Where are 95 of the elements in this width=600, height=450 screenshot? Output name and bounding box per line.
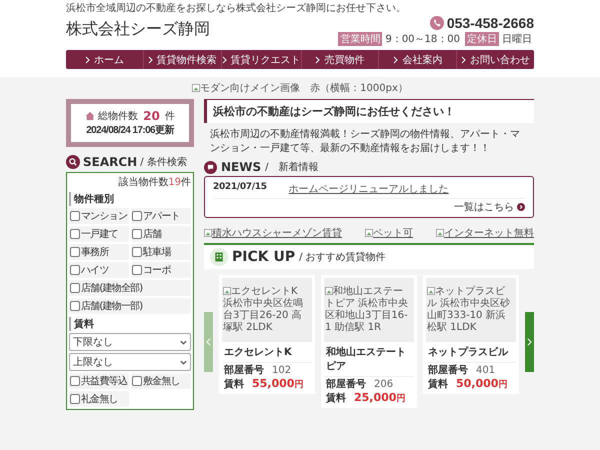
speech-bubble-icon <box>204 160 217 174</box>
property-card[interactable]: 和地山エステートピア 浜松市中央区和地山3丁目16-1 助信駅 1R 和地山エステートピア 部屋番号 206 賃料 25,000円 <box>321 275 417 408</box>
property-name: ネットプラスビル <box>426 342 516 363</box>
banner-link[interactable]: インターネット無料 <box>436 226 534 240</box>
rent-label: 賃料 <box>326 392 346 405</box>
chevron-right-icon <box>393 56 398 64</box>
house-icon <box>85 111 96 121</box>
checkbox-option[interactable]: 一戸建て <box>69 226 129 242</box>
broken-image-icon <box>204 229 212 237</box>
chevron-down-icon <box>180 338 187 346</box>
hours-text: 9：00～18：00 <box>385 33 461 46</box>
broken-image-icon <box>223 287 231 295</box>
broken-image-icon <box>427 287 435 295</box>
news-date: 2021/07/15 <box>213 182 267 194</box>
rent-price: 25,000円 <box>354 391 406 405</box>
arrow-circle-icon <box>517 203 525 211</box>
checkbox-option[interactable]: コーポ <box>131 262 191 278</box>
phone-number: 053-458-2668 <box>446 15 534 31</box>
checkbox-option[interactable]: 敷金無し <box>131 373 191 389</box>
checkbox-option[interactable]: アパート <box>131 208 191 224</box>
intro-heading: 浜松市の不動産はシーズ静岡にお任せください！ <box>204 99 534 123</box>
nav-link[interactable]: 賃貸リクエスト <box>220 50 301 69</box>
pickup-subtitle: / おすすめ賃貸物件 <box>299 250 386 264</box>
news-title: NEWS <box>221 160 262 174</box>
property-name: エクセレントK <box>222 342 312 363</box>
next-button[interactable] <box>525 312 534 372</box>
hours-text: 日曜日 <box>502 33 533 46</box>
property-card[interactable]: エクセレントK 浜松市中央区佐鳴台3丁目26-20 高塚駅 2LDK エクセレントK 部屋番号 102 賃料 55,000円 <box>219 275 315 394</box>
search-subtitle: / 条件検索 <box>140 156 187 169</box>
chevron-down-icon <box>180 358 187 366</box>
chevron-right-icon <box>315 56 320 64</box>
checkbox-option[interactable]: マンション <box>69 208 129 224</box>
stats-label: 総物件数 <box>98 110 138 123</box>
more-link[interactable]: 一覧はこちら <box>454 200 514 214</box>
news-link[interactable]: ホームページリニューアルしました <box>288 182 449 196</box>
hero-image-alt-text: モダン向けメイン画像 赤（横幅：1000px） <box>192 83 408 94</box>
room-label: 部屋番号 <box>224 364 264 377</box>
updated-date: 2024/08/24 17:06更新 <box>85 123 176 137</box>
nav-link[interactable]: 売買物件 <box>300 50 378 69</box>
broken-image-icon <box>365 229 373 237</box>
room-label: 部屋番号 <box>428 364 468 377</box>
rent-price: 50,000円 <box>456 377 508 391</box>
room-number: 206 <box>374 379 394 390</box>
nav-link[interactable]: 賃貸物件検索 <box>142 50 221 69</box>
stats-count: 20 <box>143 109 160 123</box>
rent-price: 55,000円 <box>252 377 304 391</box>
intro-text: 浜松市周辺の不動産情報満載！シーズ静岡の物件情報、アパート・マンション・一戸建て等、最新の不動産情報をお届けします！！ <box>210 128 521 155</box>
news-subtitle: / 新着情報 <box>265 160 318 174</box>
section-title: 賃料 <box>69 317 191 331</box>
image-alt-text: ネットプラスビル 浜松市中央区砂山町333-10 新浜松駅 1LDK <box>427 286 512 334</box>
search-title: SEARCH <box>83 155 138 169</box>
stats-unit: 件 <box>164 110 175 123</box>
checkbox-option[interactable]: 店舗 <box>131 226 191 242</box>
tagline: 浜松市全域周辺の不動産をお探しなら株式会社シーズ静岡にお任せ下さい。 <box>66 2 407 15</box>
property-card[interactable]: ネットプラスビル 浜松市中央区砂山町333-10 新浜松駅 1LDK ネットプラスビル 部屋番号 401 賃料 50,000円 <box>423 275 519 394</box>
chevron-right-icon <box>84 56 90 64</box>
chevron-right-icon <box>461 56 466 64</box>
chevron-right-icon <box>222 56 227 64</box>
building-icon <box>210 248 228 266</box>
banner-link[interactable]: 積水ハウスシャーメゾン賃貸 <box>204 226 342 240</box>
chevron-right-icon <box>148 56 153 64</box>
select-dropdown[interactable]: 上限なし <box>69 353 191 371</box>
nav-link[interactable]: ホーム <box>66 50 143 69</box>
checkbox-option[interactable]: 礼金無し <box>69 391 129 407</box>
phone-icon <box>430 16 444 30</box>
chevron-left-icon <box>206 338 211 346</box>
hours-badge: 営業時間 <box>338 32 382 46</box>
result-count: 該当物件数19件 <box>117 176 191 189</box>
image-alt-text: エクセレントK 浜松市中央区佐鳴台3丁目26-20 高塚駅 2LDK <box>223 286 304 334</box>
pickup-title: PICK UP <box>232 249 296 265</box>
broken-image-icon <box>436 229 444 237</box>
checkbox-option[interactable]: 共益費等込 <box>69 373 129 389</box>
broken-image-icon <box>325 287 333 295</box>
checkbox-option[interactable]: 駐車場 <box>131 244 191 260</box>
company-logo-text[interactable]: 株式会社シーズ静岡 <box>66 19 210 40</box>
room-number: 401 <box>476 365 496 376</box>
checkbox-option[interactable]: ハイツ <box>69 262 129 278</box>
broken-image-icon <box>192 84 200 92</box>
rent-label: 賃料 <box>428 378 448 391</box>
nav-link[interactable]: 会社案内 <box>378 50 456 69</box>
select-dropdown[interactable]: 下限なし <box>69 333 191 351</box>
chevron-right-icon <box>527 338 532 346</box>
section-title: 物件種別 <box>69 192 191 206</box>
rent-label: 賃料 <box>224 378 244 391</box>
checkbox-option[interactable]: 事務所 <box>69 244 129 260</box>
property-name: 和地山エステートピア <box>324 342 414 377</box>
banner-link[interactable]: ペット可 <box>365 226 413 240</box>
checkbox-option[interactable]: 店舗(建物一部) <box>69 298 191 314</box>
room-label: 部屋番号 <box>326 378 366 391</box>
hours-badge: 定休日 <box>465 32 499 46</box>
room-number: 102 <box>272 365 292 376</box>
checkbox-option[interactable]: 店舗(建物全部) <box>69 280 191 296</box>
search-icon <box>66 155 80 169</box>
nav-link[interactable]: お問い合わせ <box>456 50 534 69</box>
image-alt-text: 和地山エステートピア 浜松市中央区和地山3丁目16-1 助信駅 1R <box>325 286 410 334</box>
